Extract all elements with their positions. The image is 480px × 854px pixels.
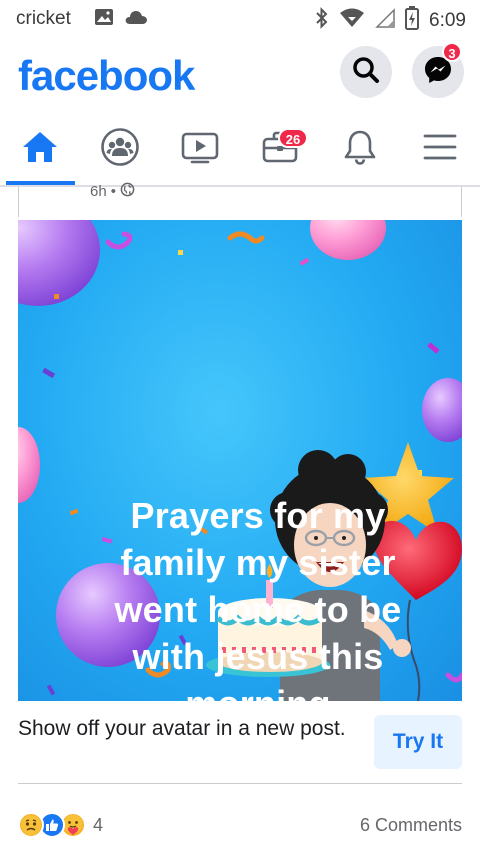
post-time: 6h [90, 183, 107, 200]
nav-tabs: 26 [0, 112, 480, 186]
clock: 6:09 [429, 9, 466, 31]
post-text-line: family my sister [120, 542, 396, 583]
search-button[interactable] [340, 46, 392, 98]
tab-marketplace[interactable]: 26 [240, 112, 320, 186]
search-icon [351, 55, 381, 90]
messenger-button[interactable]: 3 [412, 42, 464, 98]
globe-icon [120, 182, 135, 201]
facebook-logo[interactable]: facebook [18, 52, 195, 100]
try-it-button[interactable]: Try It [374, 715, 462, 769]
battery-icon [405, 6, 420, 35]
tabs-divider [0, 185, 480, 187]
wifi-icon [339, 8, 365, 33]
post-meta: 6h • [90, 182, 135, 201]
card-border-right [461, 187, 462, 217]
tab-watch[interactable] [160, 112, 240, 186]
marketplace-badge: 26 [278, 128, 308, 148]
bell-icon [342, 128, 378, 171]
sad-reaction-icon [18, 812, 44, 838]
messenger-badge: 3 [442, 42, 462, 62]
signal-icon [375, 8, 395, 33]
cta-text: Show off your avatar in a new post. [18, 717, 346, 740]
reaction-count: 4 [93, 814, 104, 835]
post-text-line: morning [48, 680, 462, 701]
menu-icon [422, 132, 458, 167]
video-icon [180, 129, 220, 170]
cloud-icon [124, 9, 148, 30]
bluetooth-icon [315, 7, 329, 34]
card-divider [18, 783, 462, 784]
comments-count[interactable]: 6 Comments [360, 815, 462, 836]
carrier-name: cricket [16, 8, 71, 29]
tab-groups[interactable] [80, 112, 160, 186]
post-text-line: with jesus this [132, 636, 384, 677]
post-text-line: Prayers for my [130, 495, 386, 536]
tab-notifications[interactable] [320, 112, 400, 186]
post-image-text: Prayers for my family my sister went hom… [48, 492, 462, 701]
post-image[interactable]: Prayers for my family my sister went hom… [18, 220, 462, 701]
avatar-cta: Show off your avatar in a new post. Try … [18, 701, 462, 783]
reactions-summary[interactable]: 4 [18, 812, 103, 838]
image-icon [94, 8, 114, 31]
card-border-left [18, 187, 19, 217]
status-bar: cricket 6:09 [0, 0, 480, 36]
tab-home[interactable] [0, 112, 80, 186]
meta-separator: • [110, 183, 116, 200]
post-text-line: went home to be [114, 589, 402, 630]
home-icon [21, 130, 59, 169]
groups-icon [100, 127, 140, 172]
tab-menu[interactable] [400, 112, 480, 186]
